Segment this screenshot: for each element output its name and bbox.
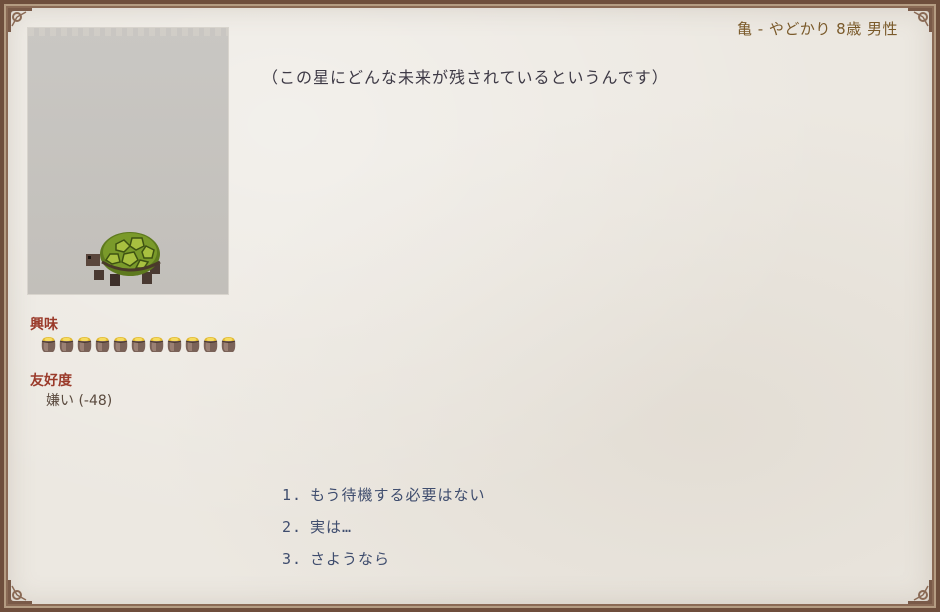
portrait-torn-edge bbox=[28, 28, 228, 36]
choice-label: さようなら bbox=[310, 550, 391, 568]
coin-pouch-icon bbox=[130, 336, 147, 354]
choice-list: 1. もう待機する必要はない 2. 実は… 3. さようなら bbox=[282, 484, 486, 580]
dialogue-text: （この星にどんな未来が残されているというんです） bbox=[262, 68, 669, 87]
choice-number: 1. bbox=[282, 486, 303, 504]
corner-ornament-icon bbox=[6, 576, 36, 606]
coin-pouch-icon bbox=[94, 336, 111, 354]
coin-pouch-icon bbox=[40, 336, 57, 354]
coin-pouch-icon bbox=[220, 336, 237, 354]
corner-ornament-icon bbox=[904, 6, 934, 36]
coin-pouch-icon bbox=[148, 336, 165, 354]
choice-number: 2. bbox=[282, 518, 303, 536]
coin-pouch-icon bbox=[184, 336, 201, 354]
coin-pouch-icon bbox=[166, 336, 183, 354]
choice-label: もう待機する必要はない bbox=[310, 486, 486, 504]
npc-title: 亀 - やどかり 8歳 男性 bbox=[736, 20, 898, 38]
friendship-value: 嫌い (-48) bbox=[46, 393, 113, 409]
choice-option-1[interactable]: 1. もう待機する必要はない bbox=[282, 484, 486, 516]
turtle-icon bbox=[86, 224, 168, 290]
interest-label: 興味 bbox=[30, 317, 58, 333]
coin-pouch-icon bbox=[76, 336, 93, 354]
choice-number: 3. bbox=[282, 550, 303, 568]
choice-option-3[interactable]: 3. さようなら bbox=[282, 548, 486, 580]
choice-label: 実は… bbox=[310, 518, 353, 536]
coin-pouch-icon bbox=[58, 336, 75, 354]
conversation-panel: 亀 - やどかり 8歳 男性 興味 友好度 嫌い (-48) （この星にどんな未… bbox=[0, 0, 940, 612]
npc-portrait bbox=[28, 28, 228, 294]
corner-ornament-icon bbox=[904, 576, 934, 606]
interest-meter bbox=[40, 336, 237, 354]
coin-pouch-icon bbox=[112, 336, 129, 354]
choice-option-2[interactable]: 2. 実は… bbox=[282, 516, 486, 548]
coin-pouch-icon bbox=[202, 336, 219, 354]
friendship-label: 友好度 bbox=[30, 373, 72, 389]
